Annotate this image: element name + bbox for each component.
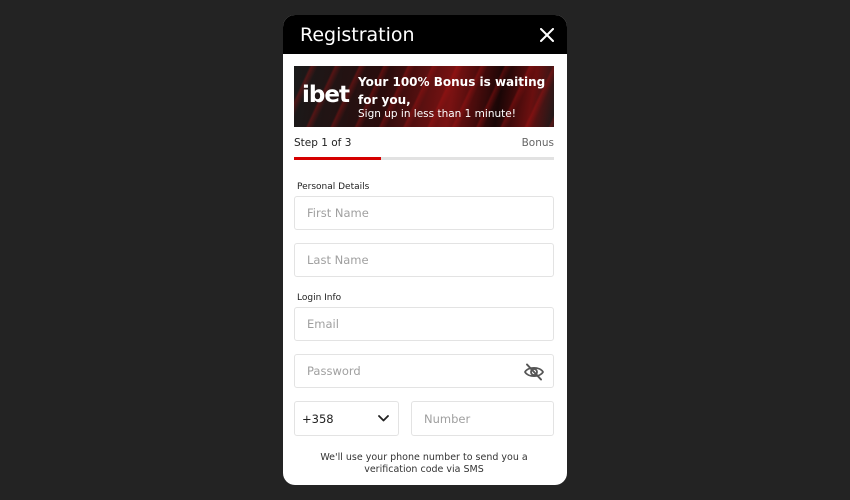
password-input[interactable]: [307, 364, 553, 378]
password-visibility-toggle[interactable]: [523, 363, 545, 381]
phone-number-input[interactable]: [424, 411, 553, 426]
banner-headline: Your 100% Bonus is waiting for you,: [358, 75, 546, 107]
promo-banner[interactable]: ibet Your 100% Bonus is waiting for you,…: [294, 66, 554, 127]
last-name-input[interactable]: [307, 253, 553, 267]
next-step-label: Bonus: [521, 137, 554, 149]
first-name-input[interactable]: [307, 206, 553, 220]
password-field[interactable]: [294, 354, 554, 388]
phone-number-field[interactable]: [411, 401, 554, 436]
brand-logo: ibet: [302, 82, 350, 108]
registration-modal: Registration ibet Your 100% Bonus is wai…: [283, 15, 567, 485]
modal-header: Registration: [283, 15, 567, 54]
step-progress-bar: [294, 157, 554, 160]
close-button[interactable]: [537, 25, 557, 45]
email-field[interactable]: [294, 307, 554, 341]
eye-off-icon: [523, 363, 545, 381]
close-icon: [540, 27, 554, 42]
banner-subtext: Sign up in less than 1 minute!: [358, 108, 516, 120]
personal-details-label: Personal Details: [297, 182, 370, 192]
country-code-value: +358: [302, 411, 334, 426]
step-label: Step 1 of 3: [294, 137, 352, 149]
phone-verification-note: We'll use your phone number to send you …: [320, 452, 528, 475]
login-info-label: Login Info: [297, 293, 342, 303]
chevron-down-icon: [378, 415, 389, 422]
step-progress-fill: [294, 157, 381, 160]
country-code-select[interactable]: +358: [294, 401, 399, 436]
modal-title: Registration: [300, 23, 415, 46]
email-input[interactable]: [307, 317, 553, 331]
last-name-field[interactable]: [294, 243, 554, 277]
first-name-field[interactable]: [294, 196, 554, 230]
step-indicator: Step 1 of 3 Bonus: [294, 137, 554, 149]
